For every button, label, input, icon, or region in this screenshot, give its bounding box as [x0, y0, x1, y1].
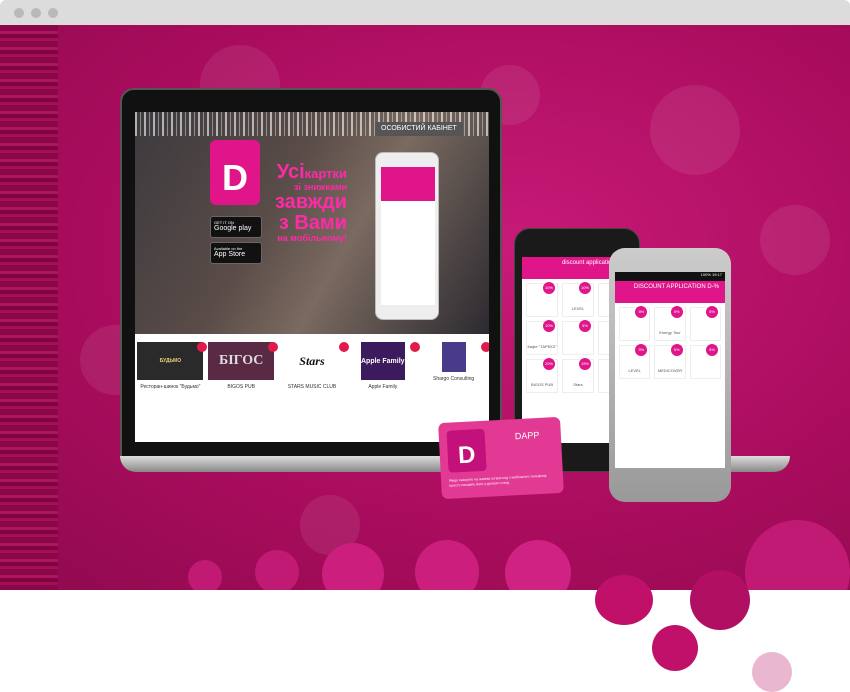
discount-badge: 20% — [543, 358, 555, 370]
discount-badge: 5% — [706, 344, 718, 356]
discount-tile[interactable]: 15% Stars — [562, 358, 594, 393]
discount-tile[interactable]: 5% MEDICOVER — [654, 344, 686, 379]
partners-carousel: БУДЬМО Ресторан-шинок "Будьмо" БІГОС BIGOS… — [135, 342, 489, 390]
personal-cabinet-link[interactable]: ОСОБИСТИЙ КАБІНЕТ — [375, 122, 463, 136]
window-minimize-button[interactable] — [31, 8, 41, 18]
discount-badge: 10% — [543, 320, 555, 332]
website-screen: ОСОБИСТИЙ КАБІНЕТ D GET IT ON Google play… — [135, 112, 489, 442]
discount-badge: 10% — [543, 282, 555, 294]
discount-tile[interactable]: 10% — [526, 282, 558, 317]
app-store-button[interactable]: Available on the App Store — [210, 242, 262, 264]
discount-tile[interactable]: 5% Energy Tour — [654, 306, 686, 341]
discount-badge: 5% — [635, 344, 648, 356]
laptop: ОСОБИСТИЙ КАБІНЕТ D GET IT ON Google play… — [120, 88, 502, 458]
partner-item[interactable]: Shargo Consulting — [421, 342, 489, 390]
tile-name: BIGOS PUB — [530, 382, 553, 387]
discount-tile[interactable]: 5% LEVEL — [619, 344, 651, 379]
discount-tile[interactable]: 10% LEVEL — [562, 282, 594, 317]
slogan: Усікартки зі знижками завжди з Вами на м… — [275, 161, 348, 244]
window-close-button[interactable] — [14, 8, 24, 18]
tile-name: Кафе "ТАРЕКЗ" — [527, 344, 557, 349]
hero-photo: ОСОБИСТИЙ КАБІНЕТ D GET IT ON Google play… — [135, 112, 489, 334]
discount-badge: 5% — [670, 344, 683, 356]
barcode-stripes — [0, 25, 58, 590]
partner-item[interactable]: БУДЬМО Ресторан-шинок "Будьмо" — [137, 342, 208, 390]
phone-mockup — [375, 152, 439, 320]
discount-tile[interactable]: 5% — [562, 320, 594, 355]
android-phone: 100% 19:17 DISCOUNT APPLICATION D-% 5% 5%… — [609, 248, 731, 502]
discount-tile[interactable]: 5% — [689, 344, 721, 379]
discount-badge: 10% — [579, 282, 591, 294]
google-play-button[interactable]: GET IT ON Google play — [210, 216, 262, 238]
discount-badge: 5% — [670, 306, 683, 318]
partner-item[interactable]: Apple Family Apple Family — [350, 342, 420, 390]
app-header: DISCOUNT APPLICATION D-% — [615, 281, 725, 303]
discount-tile[interactable]: 5% — [689, 306, 721, 341]
discount-card: D DAPP Якщо скануєте на знижки штрих-код… — [438, 416, 564, 500]
tile-name: Stars — [573, 382, 583, 387]
discount-tile[interactable]: 10% Кафе "ТАРЕКЗ" — [526, 320, 558, 355]
discount-badge: 5% — [635, 306, 648, 318]
partner-item[interactable]: Stars STARS MUSIC CLUB — [279, 342, 349, 390]
tile-name: Energy Tour — [659, 330, 681, 335]
discount-badge: 15% — [579, 358, 591, 370]
window-maximize-button[interactable] — [48, 8, 58, 18]
tile-name: LEVEL — [571, 306, 585, 311]
app-logo: D — [210, 140, 260, 205]
discount-badge: 5% — [579, 320, 591, 332]
browser-titlebar — [0, 0, 850, 25]
partner-item[interactable]: БІГОС BIGOS PUB — [208, 342, 279, 390]
tile-name: MEDICOVER — [657, 368, 683, 373]
discount-tile[interactable]: 5% — [619, 306, 651, 341]
discount-badge: 5% — [706, 306, 718, 318]
status-bar: 100% 19:17 — [615, 272, 725, 281]
discount-tile[interactable]: 20% BIGOS PUB — [526, 358, 558, 393]
tile-name: LEVEL — [628, 368, 641, 373]
